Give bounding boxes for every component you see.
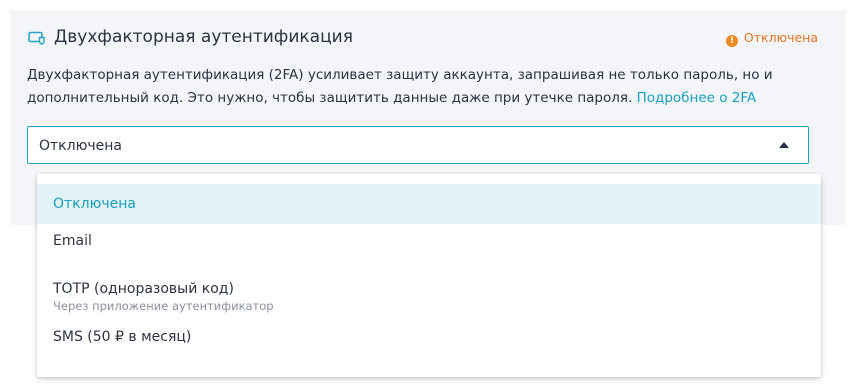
option-label: SMS (50 ₽ в месяц): [53, 329, 192, 345]
option-disabled[interactable]: Отключена: [37, 184, 821, 224]
option-email[interactable]: Email: [37, 232, 821, 256]
device-shield-icon: [28, 31, 45, 45]
option-label: Email: [53, 233, 92, 249]
status-badge: ! Отключена: [725, 30, 818, 47]
option-sms[interactable]: SMS (50 ₽ в месяц): [37, 328, 821, 352]
learn-more-link[interactable]: Подробнее о 2FA: [637, 90, 757, 106]
option-totp[interactable]: TOTP (одноразовый код) Через приложение …: [37, 280, 821, 320]
warning-icon: !: [725, 35, 738, 47]
option-sublabel: Через приложение аутентификатор: [53, 299, 274, 313]
two-factor-method-select[interactable]: Отключена: [27, 126, 809, 164]
chevron-up-icon[interactable]: [779, 142, 789, 148]
section-title: Двухфакторная аутентификация: [54, 27, 353, 47]
select-dropdown: Отключена Email TOTP (одноразовый код) Ч…: [37, 174, 821, 377]
section-header: Двухфакторная аутентификация ! Отключена: [28, 26, 818, 50]
status-text: Отключена: [743, 30, 818, 45]
option-label: Отключена: [53, 196, 136, 212]
option-label: TOTP (одноразовый код): [53, 281, 234, 297]
select-value: Отключена: [39, 138, 122, 154]
section-description: Двухфакторная аутентификация (2FA) усили…: [27, 64, 817, 110]
